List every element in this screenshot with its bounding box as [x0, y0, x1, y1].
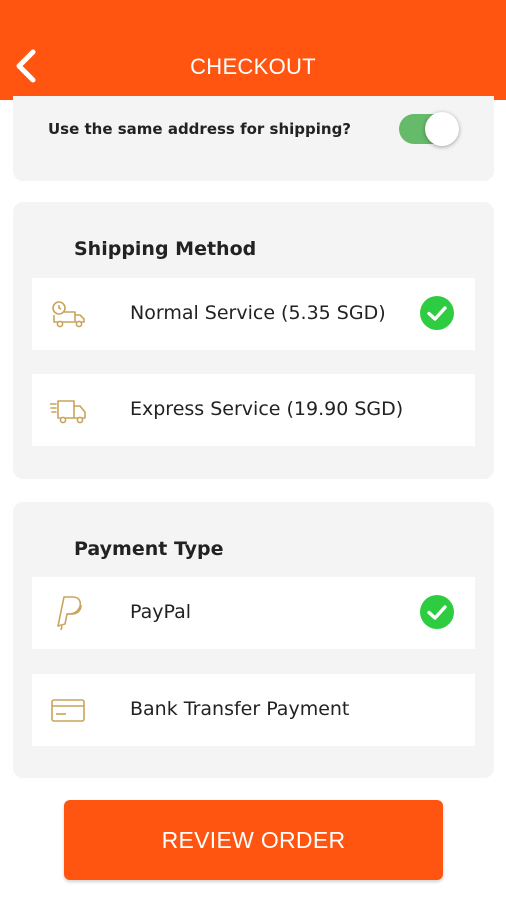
page-title: CHECKOUT — [190, 54, 316, 79]
review-order-button[interactable]: REVIEW ORDER — [64, 800, 443, 880]
payment-option-label: Bank Transfer Payment — [130, 698, 350, 720]
delivery-truck-clock-icon — [52, 301, 85, 328]
payment-option-bank-transfer[interactable]: Bank Transfer Payment — [32, 674, 475, 746]
payment-option-paypal[interactable]: PayPal — [32, 577, 475, 649]
credit-card-icon — [51, 699, 85, 722]
shipping-option-label: Normal Service (5.35 SGD) — [130, 302, 386, 324]
paypal-icon — [57, 596, 82, 631]
shipping-method-card: Shipping Method Normal Service (5.35 SGD… — [13, 202, 494, 479]
address-card: Use the same address for shipping? — [13, 96, 494, 181]
shipping-option-label: Express Service (19.90 SGD) — [130, 398, 404, 420]
checkmark-icon — [420, 595, 454, 629]
payment-type-title: Payment Type — [74, 538, 224, 560]
payment-type-card: Payment Type PayPal Bank Transfer Paymen… — [13, 502, 494, 778]
shipping-option-normal[interactable]: Normal Service (5.35 SGD) — [32, 278, 475, 350]
same-address-toggle[interactable] — [399, 112, 459, 146]
shipping-option-express[interactable]: Express Service (19.90 SGD) — [32, 374, 475, 446]
same-address-label: Use the same address for shipping? — [48, 120, 352, 138]
payment-option-label: PayPal — [130, 601, 192, 623]
app-header: CHECKOUT — [0, 0, 506, 100]
toggle-knob — [425, 112, 459, 146]
shipping-method-title: Shipping Method — [74, 238, 257, 260]
checkmark-icon — [420, 296, 454, 330]
express-truck-icon — [50, 400, 86, 424]
